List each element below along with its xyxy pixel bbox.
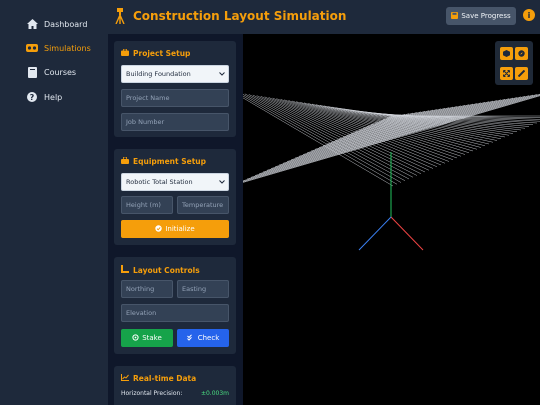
save-progress-button[interactable]: Save Progress [446,7,516,25]
equipment-setup-title: Equipment Setup [121,156,206,166]
nav-label-simulations: Simulations [44,43,91,53]
realtime-data-panel: Real-time Data Horizontal Precision: ±0.… [114,366,236,405]
realtime-data-title-text: Real-time Data [133,374,197,383]
temperature-input[interactable]: Temperature [177,196,229,214]
realtime-row-horizontal-precision: Horizontal Precision: ±0.003m [121,390,229,397]
elevation-placeholder: Elevation [126,309,157,317]
book-icon [26,66,38,78]
home-icon [26,18,38,30]
grid-line [264,96,426,173]
line-chart-icon [121,374,129,383]
expand-icon[interactable] [500,67,513,80]
ruler-combined-icon [121,265,129,275]
layout-controls-title: Layout Controls [121,265,200,275]
3d-viewport[interactable] [243,34,540,405]
toolbox-icon [121,156,129,166]
double-check-icon [186,333,195,343]
temperature-placeholder: Temperature [182,201,224,209]
chevron-down-icon [219,178,225,186]
info-icon[interactable]: i [523,9,535,21]
instrument-select[interactable]: Robotic Total Station [121,173,229,191]
grid-line [347,109,510,136]
grid-line [302,102,482,155]
project-setup-title-text: Project Setup [133,49,191,58]
project-setup-title: Project Setup [121,48,191,58]
compass-icon[interactable] [515,47,528,60]
project-type-value: Building Foundation [126,70,191,78]
northing-placeholder: Northing [126,285,155,293]
stake-button[interactable]: Stake [121,329,173,347]
app-header: Construction Layout Simulation Save Prog… [108,0,540,34]
job-number-input[interactable]: Job Number [121,113,229,131]
svg-text:?: ? [30,93,35,102]
z-axis-line [358,216,392,251]
check-button[interactable]: Check [177,329,229,347]
nav-item-help[interactable]: ? Help [0,86,108,108]
cube-icon[interactable] [500,47,513,60]
power-icon [155,224,163,234]
ruler-icon[interactable] [515,67,528,80]
realtime-data-title: Real-time Data [121,374,196,383]
info-glyph: i [527,10,531,20]
stake-label: Stake [142,334,162,342]
grid-line [278,98,506,166]
nav-item-simulations[interactable]: Simulations [0,37,108,59]
horizontal-precision-label: Horizontal Precision: [121,390,183,397]
save-progress-label: Save Progress [461,12,511,20]
height-placeholder: Height (m) [126,201,161,209]
job-number-placeholder: Job Number [126,118,165,126]
initialize-button[interactable]: Initialize [121,220,229,238]
instrument-value: Robotic Total Station [126,178,193,186]
easting-input[interactable]: Easting [177,280,229,298]
grid-line [243,94,402,183]
project-type-select[interactable]: Building Foundation [121,65,229,83]
viewport-toolbar [495,41,533,85]
grid-line [254,95,530,176]
question-icon: ? [26,91,38,103]
chevron-down-icon [219,70,225,78]
crosshair-icon [132,333,139,343]
grid-line [244,93,406,181]
nav-label-help: Help [44,92,63,102]
save-icon [451,11,459,21]
sidebar-nav: Dashboard Simulations Courses ? Help [0,0,108,405]
equipment-setup-title-text: Equipment Setup [133,157,206,166]
horizontal-precision-value: ±0.003m [200,390,229,397]
grid-line [260,95,422,174]
nav-item-courses[interactable]: Courses [0,61,108,83]
height-input[interactable]: Height (m) [121,196,173,214]
layout-controls-title-text: Layout Controls [133,265,200,275]
nav-label-dashboard: Dashboard [44,19,88,29]
check-label: Check [197,334,220,342]
easting-placeholder: Easting [182,285,207,293]
grid-line [282,99,502,164]
page-title: Construction Layout Simulation [133,9,347,23]
vr-headset-icon [26,42,38,54]
northing-input[interactable]: Northing [121,280,173,298]
project-name-placeholder: Project Name [126,94,170,102]
3d-grid-scene [243,93,540,251]
initialize-label: Initialize [165,225,195,233]
briefcase-icon [121,48,129,58]
project-setup-panel: Project Setup Building Foundation Projec… [114,41,236,137]
nav-item-dashboard[interactable]: Dashboard [0,13,108,35]
elevation-input[interactable]: Elevation [121,304,229,322]
x-axis-line [390,216,424,251]
equipment-setup-panel: Equipment Setup Robotic Total Station He… [114,149,236,245]
surveyor-icon [115,8,127,25]
layout-controls-panel: Layout Controls Northing Easting Elevati… [114,257,236,354]
nav-label-courses: Courses [44,67,77,77]
project-name-input[interactable]: Project Name [121,89,229,107]
control-panels: Project Setup Building Foundation Projec… [108,34,243,405]
